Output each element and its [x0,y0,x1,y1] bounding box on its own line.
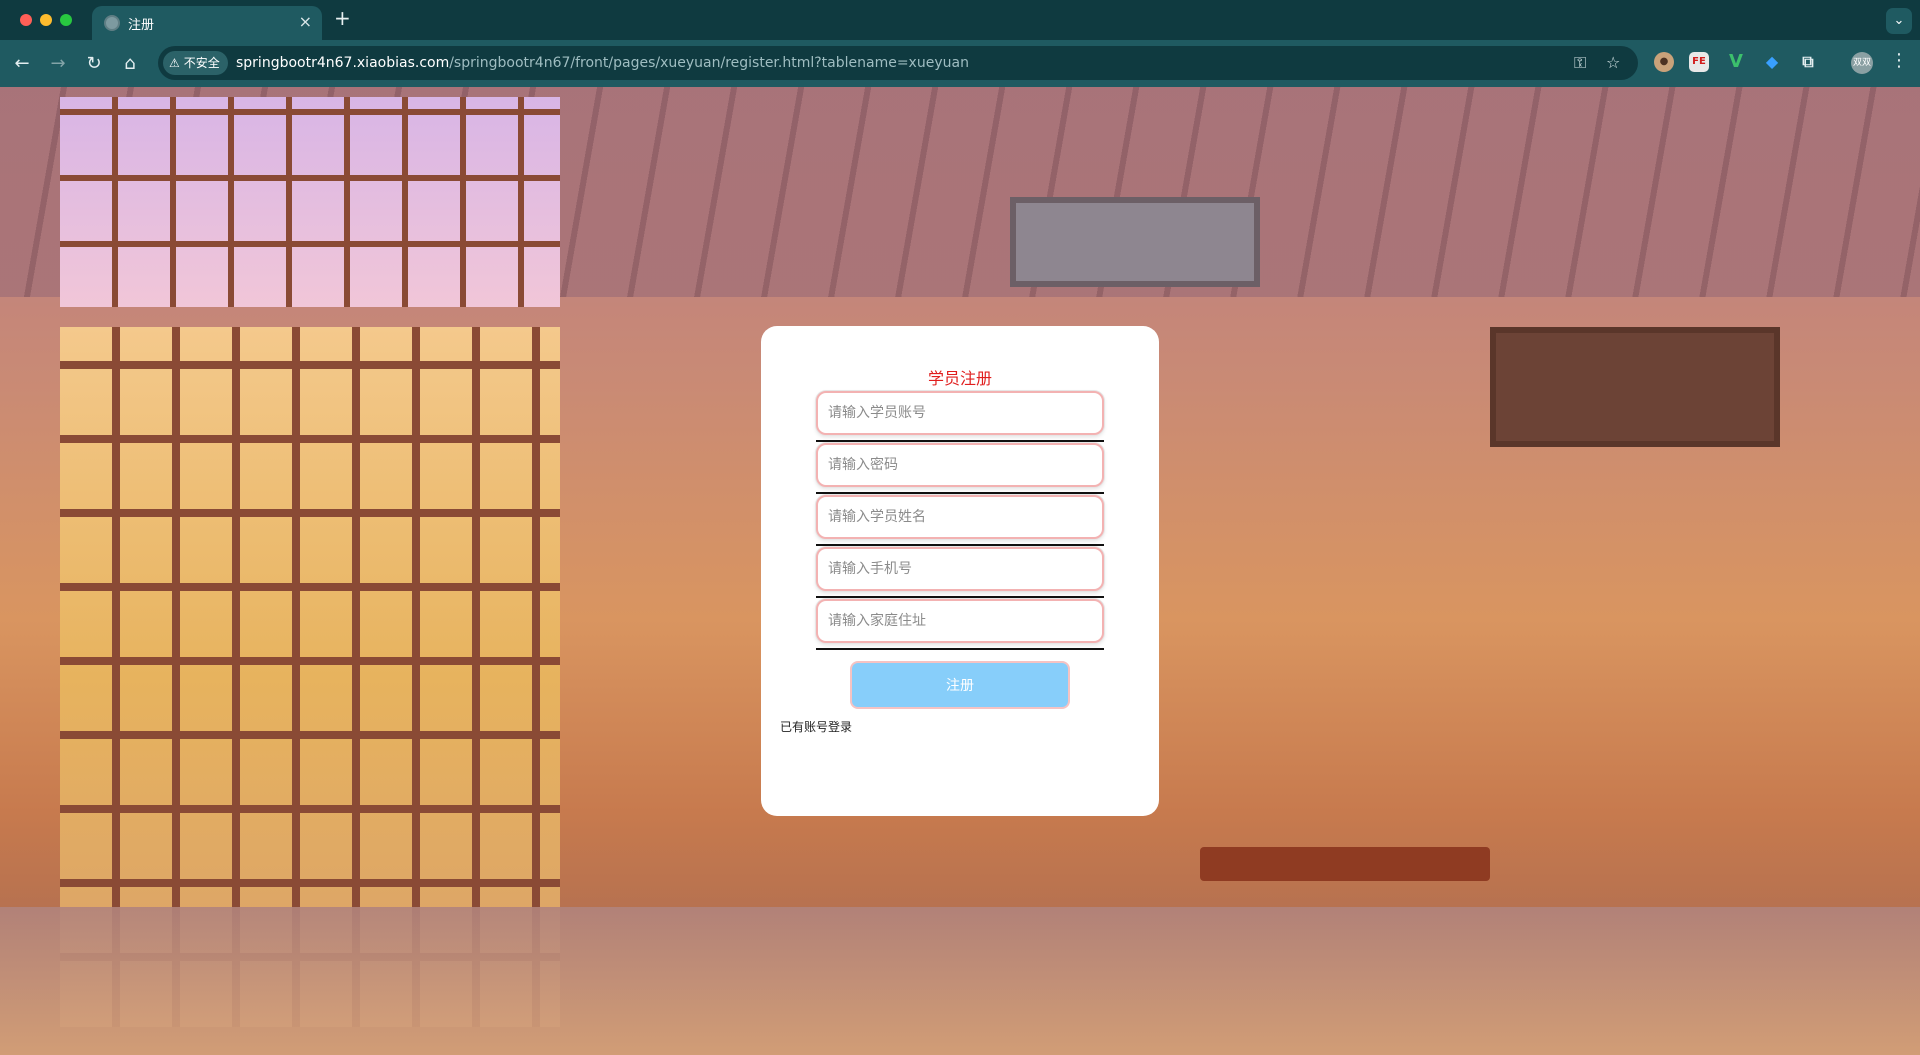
reload-button[interactable]: ↻ [80,50,108,78]
tab-title: 注册 [128,18,155,33]
key-icon[interactable]: ⚿ [1574,53,1586,73]
owl-extension-icon[interactable]: ● [1654,52,1674,72]
name-field[interactable] [816,495,1104,539]
background-cabinet [1490,327,1780,447]
security-indicator[interactable]: ⚠ 不安全 [163,51,228,75]
address-bar[interactable]: ⚠ 不安全 springbootr4n67.xiaobias.com/spring… [158,46,1638,80]
background-ceiling-lamp [1010,197,1260,287]
puzzle-icon[interactable]: ⧉ [1798,52,1818,72]
browser-toolbar: ← → ↻ ⌂ ⚠ 不安全 springbootr4n67.xiaobias.co… [0,40,1920,87]
field-divider [816,596,1104,598]
security-label: 不安全 [183,56,220,70]
tab-close-icon[interactable]: × [299,12,312,31]
home-button[interactable]: ⌂ [116,50,144,78]
minimize-window-button[interactable] [40,14,52,26]
browser-tab-active[interactable]: 注册 × [92,6,322,40]
background-low-table [1200,847,1490,881]
address-input[interactable] [818,601,1102,641]
close-window-button[interactable] [20,14,32,26]
page-title: 学员注册 [927,369,992,388]
password-input[interactable] [818,445,1102,485]
browser-tab-bar: 注册 × + ⌄ [0,0,1920,40]
account-input[interactable] [818,393,1102,433]
phone-input[interactable] [818,549,1102,589]
star-icon[interactable]: ☆ [1606,53,1620,72]
name-input[interactable] [818,497,1102,537]
field-divider [816,648,1104,650]
warning-icon: ⚠ [169,56,180,70]
forward-button[interactable]: → [44,50,72,78]
tab-search-button[interactable]: ⌄ [1886,8,1912,34]
v-extension-icon[interactable]: V [1726,52,1746,72]
maximize-window-button[interactable] [60,14,72,26]
kebab-icon[interactable]: ⋮ [1890,50,1908,71]
globe-icon [104,15,120,31]
field-divider [816,440,1104,442]
page-viewport: 学员注册 注册 已有账号登录 [0,87,1920,1055]
profile-avatar[interactable]: 双双 [1851,52,1873,74]
phone-field[interactable] [816,547,1104,591]
register-button[interactable]: 注册 [852,663,1068,707]
url-text[interactable]: springbootr4n67.xiaobias.com/springbootr… [236,55,969,71]
url-path: /springbootr4n67/front/pages/xueyuan/reg… [449,55,969,71]
new-tab-button[interactable]: + [334,6,351,30]
login-link[interactable]: 已有账号登录 [780,718,852,735]
fe-extension-icon[interactable]: FE [1689,52,1709,72]
account-field[interactable] [816,391,1104,435]
register-card: 学员注册 注册 已有账号登录 [761,326,1159,816]
background-transom-window [60,97,560,307]
url-host: springbootr4n67.xiaobias.com [236,55,450,71]
address-field[interactable] [816,599,1104,643]
back-button[interactable]: ← [8,50,36,78]
background-floor [0,907,1920,1055]
gem-extension-icon[interactable]: ◆ [1762,52,1782,72]
field-divider [816,492,1104,494]
field-divider [816,544,1104,546]
password-field[interactable] [816,443,1104,487]
